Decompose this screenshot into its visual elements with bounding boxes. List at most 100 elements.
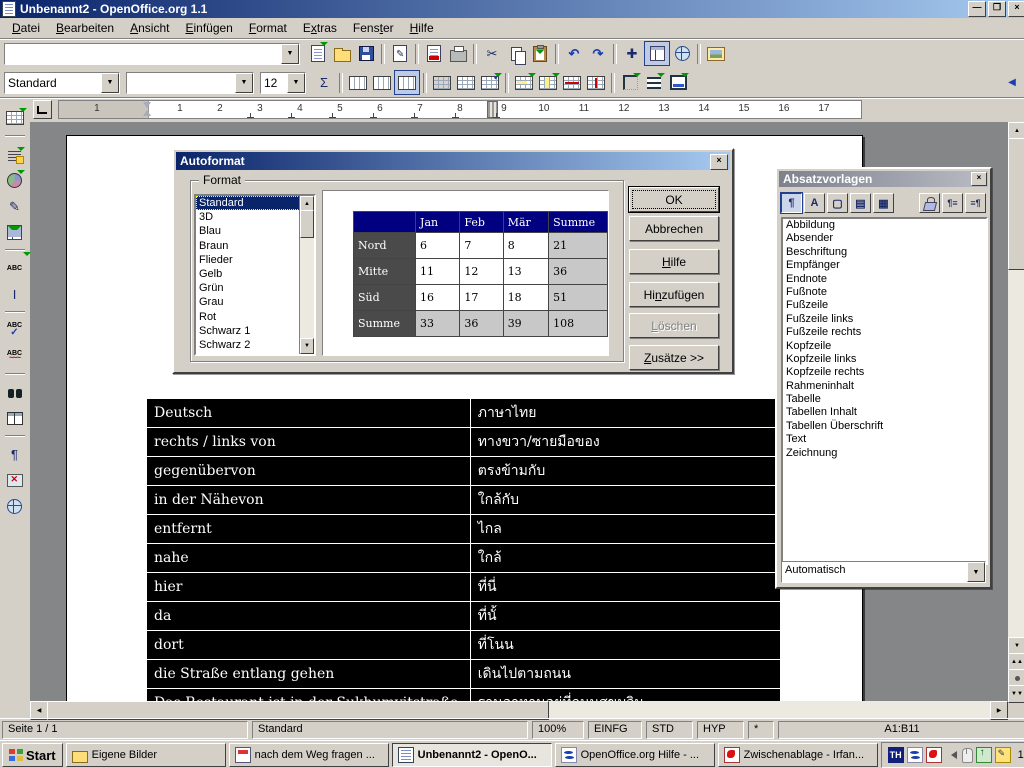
numbering-styles-button[interactable]: ▦ (873, 193, 894, 213)
table-row[interactable]: dortที่โนน (146, 631, 781, 660)
antivirus-icon[interactable] (926, 747, 942, 763)
paragraph-styles-button[interactable]: ¶ (781, 193, 802, 213)
format-option[interactable]: Schwarz 1 (196, 324, 314, 338)
new-document-button[interactable] (306, 42, 330, 65)
table-row[interactable]: naheใกล้ (146, 544, 781, 573)
thai-cell[interactable]: ไกล (470, 515, 781, 544)
tab-type-button[interactable] (33, 100, 52, 119)
insert-fields-button[interactable] (3, 142, 27, 166)
edit-document-button[interactable] (388, 42, 412, 65)
style-item[interactable]: Kopfzeile links (783, 353, 986, 366)
menu-item-format[interactable]: Format (241, 19, 295, 37)
style-input[interactable] (5, 73, 101, 93)
status-modified[interactable]: * (748, 721, 774, 739)
thai-cell[interactable]: ที่นั้ (470, 602, 781, 631)
vocabulary-table[interactable]: Deutschภาษาไทยrechts / links vonทางขวา/ซ… (145, 397, 782, 701)
task-button[interactable]: Zwischenablage - Irfan... (718, 743, 878, 767)
style-item[interactable]: Kopfzeile rechts (783, 366, 986, 379)
fontsize-combo[interactable]: ▼ (260, 72, 306, 94)
save-button[interactable] (354, 42, 378, 65)
style-item[interactable]: Fußnote (783, 286, 986, 299)
style-item[interactable]: Endnote (783, 273, 986, 286)
fontsize-dropdown-icon[interactable]: ▼ (287, 73, 305, 93)
insert-table-button[interactable] (3, 106, 27, 130)
german-cell[interactable]: in der Nähevon (146, 486, 470, 515)
vscroll-thumb[interactable] (1008, 138, 1024, 270)
menu-item-extras[interactable]: Extras (295, 19, 345, 37)
fontsize-input[interactable] (261, 73, 287, 93)
border-color-button[interactable] (666, 71, 690, 94)
autospellcheck-button[interactable]: ABC (3, 344, 27, 368)
status-page-style[interactable]: Standard (252, 721, 528, 739)
format-option[interactable]: Türkis (196, 352, 314, 356)
menu-item-ansicht[interactable]: Ansicht (122, 19, 177, 37)
style-dropdown-icon[interactable]: ▼ (101, 73, 119, 93)
format-option[interactable]: 3D (196, 210, 314, 224)
style-filter-dropdown-icon[interactable]: ▼ (967, 562, 985, 582)
list-scroll-down-icon[interactable]: ▼ (300, 338, 314, 354)
thai-cell[interactable]: ที่นี่ (470, 573, 781, 602)
font-dropdown-icon[interactable]: ▼ (235, 73, 253, 93)
export-pdf-button[interactable] (422, 42, 446, 65)
style-item[interactable]: Fußzeile links (783, 313, 986, 326)
german-cell[interactable]: die Straße entlang gehen (146, 660, 470, 689)
nonprinting-chars-button[interactable]: ¶ (3, 442, 27, 466)
menu-item-bearbeiten[interactable]: Bearbeiten (48, 19, 122, 37)
german-cell[interactable]: entfernt (146, 515, 470, 544)
dialog-close-icon[interactable]: × (710, 154, 728, 170)
status-selection-mode[interactable]: STD (646, 721, 693, 739)
gallery-button[interactable] (704, 42, 728, 65)
thai-cell[interactable]: ใกล้ (470, 544, 781, 573)
update-icon[interactable] (976, 747, 992, 763)
task-button[interactable]: Unbenannt2 - OpenO... (392, 743, 552, 767)
close-icon[interactable]: × (1008, 1, 1024, 17)
sum-button[interactable]: Σ (312, 71, 336, 94)
menu-item-hilfe[interactable]: Hilfe (402, 19, 442, 37)
mouse-icon[interactable] (962, 748, 973, 763)
status-hyperlink-mode[interactable]: HYP (697, 721, 744, 739)
german-cell[interactable]: dort (146, 631, 470, 660)
spellcheck-button[interactable]: ABC (3, 318, 27, 342)
thai-cell[interactable]: ทางขวา/ซายมือของ (470, 428, 781, 457)
format-option[interactable]: Flieder (196, 253, 314, 267)
german-cell[interactable]: Deutsch (146, 398, 470, 428)
undo-button[interactable]: ↶ (562, 42, 586, 65)
format-option[interactable]: Braun (196, 239, 314, 253)
direct-cursor-button[interactable]: I (3, 282, 27, 306)
table-row[interactable]: entferntไกล (146, 515, 781, 544)
status-table-cell[interactable]: A1:B11 (778, 721, 1024, 739)
style-list[interactable]: AbbildungAbsenderBeschriftungEmpfängerEn… (781, 217, 988, 565)
navigator-button[interactable]: ✚ (620, 42, 644, 65)
stylist-button[interactable] (644, 41, 670, 66)
style-filter-combo[interactable]: Automatisch ▼ (781, 561, 986, 583)
open-button[interactable] (330, 42, 354, 65)
zusätze-button[interactable]: Zusätze >> (629, 345, 719, 370)
format-option[interactable]: Standard (196, 196, 314, 210)
table-background-button[interactable] (430, 71, 454, 94)
thai-cell[interactable]: รานอาหานอยู่ที่ถนนสุขุมวิม (470, 689, 781, 702)
style-item[interactable]: Fußzeile rechts (783, 326, 986, 339)
fill-format-mode-button[interactable] (919, 193, 940, 213)
font-input[interactable] (127, 73, 235, 93)
insert-object-button[interactable] (3, 168, 27, 192)
next-page-icon[interactable]: ▼▼ (1008, 685, 1024, 703)
style-item[interactable]: Rahmeninhalt (783, 380, 986, 393)
german-cell[interactable]: Das Restaurant ist in der Sukhumvitstraß… (146, 689, 470, 702)
vertical-scrollbar[interactable]: ▲ ▼ ▲▲ ▼▼ (1008, 122, 1024, 703)
indent-marker[interactable] (143, 102, 152, 116)
url-input[interactable] (5, 44, 281, 64)
format-option[interactable]: Rot (196, 310, 314, 324)
keyboard-layout-indicator[interactable]: TH (888, 747, 904, 763)
start-button[interactable]: Start (2, 743, 63, 767)
format-option[interactable]: Grau (196, 295, 314, 309)
update-style-button[interactable]: ≡¶ (965, 193, 986, 213)
status-zoom[interactable]: 100% (532, 721, 584, 739)
form-functions-button[interactable] (3, 220, 27, 244)
german-cell[interactable]: nahe (146, 544, 470, 573)
hinzufügen-button[interactable]: Hinzufügen (629, 282, 719, 307)
style-item[interactable]: Beschriftung (783, 246, 986, 259)
table-row[interactable]: Das Restaurant ist in der Sukhumvitstraß… (146, 689, 781, 702)
delete-column-button[interactable] (584, 71, 608, 94)
find-replace-button[interactable] (3, 380, 27, 404)
toolbar-scroll-left-icon[interactable]: ◀ (1004, 72, 1020, 92)
